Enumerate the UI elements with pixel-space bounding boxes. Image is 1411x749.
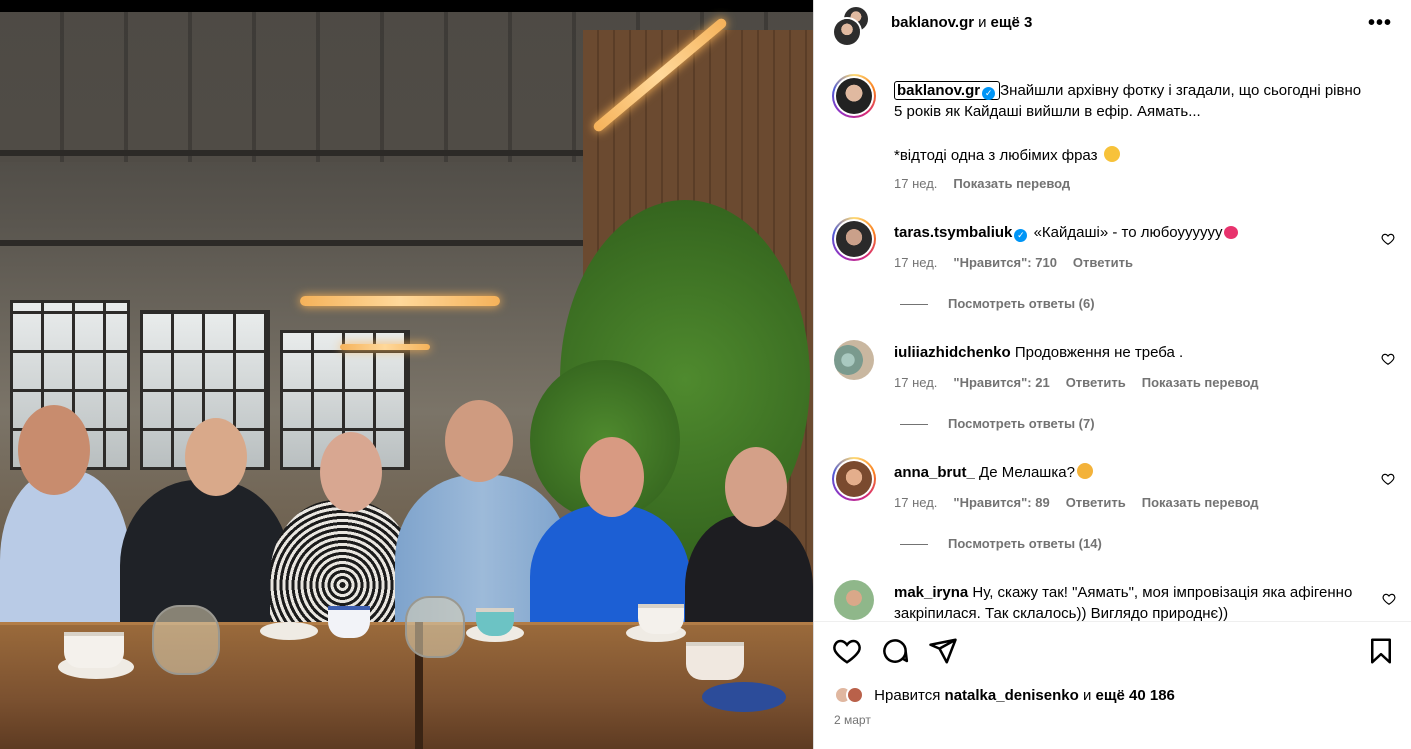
- comment-username[interactable]: taras.tsymbaliuk: [894, 224, 1012, 241]
- action-bar: [814, 630, 1411, 670]
- likes-summary[interactable]: Нравится natalka_denisenko и ещё 40 186: [834, 686, 1175, 704]
- comment-avatar[interactable]: [834, 340, 874, 380]
- comment-1: taras.tsymbaliuk ✓ «Кайдаші» - то любоууу…: [894, 222, 1374, 243]
- heart-icon[interactable]: [1381, 352, 1395, 366]
- view-replies-1[interactable]: Посмотреть ответы (6): [900, 296, 1095, 311]
- comment-time: 17 нед.: [894, 495, 938, 510]
- comments-panel: baklanov.gr и ещё 3 ••• baklanov.gr ✓ Знайшл…: [813, 0, 1411, 749]
- photo-saucer: [702, 682, 786, 712]
- post-photo[interactable]: [0, 0, 813, 749]
- comment-2: iuliiazhidchenko Продовження не треба .: [894, 342, 1374, 363]
- photo-person-head: [320, 432, 382, 512]
- comment-likes[interactable]: "Нравится": 710: [953, 255, 1057, 270]
- reply-button[interactable]: Ответить: [1073, 255, 1133, 270]
- comment-avatar[interactable]: [832, 217, 876, 261]
- caption-avatar[interactable]: [832, 74, 876, 118]
- comment-text: «Кайдаші» - то любоуууууу: [1033, 224, 1223, 241]
- photo-person-head: [185, 418, 247, 496]
- comment-time: 17 нед.: [894, 255, 938, 270]
- post-caption: baklanov.gr ✓ Знайшли архівну фотку і згад…: [894, 80, 1364, 166]
- liker-avatar: [846, 686, 864, 704]
- comment-icon[interactable]: [880, 636, 910, 666]
- photo-lamp: [300, 296, 500, 306]
- divider: [814, 621, 1411, 622]
- photo-saucer: [260, 622, 318, 640]
- likes-more[interactable]: ещё 40 186: [1096, 687, 1175, 704]
- post-date: 2 март: [834, 713, 871, 727]
- comment-username[interactable]: anna_brut_: [894, 464, 975, 481]
- view-replies-2[interactable]: Посмотреть ответы (7): [900, 416, 1095, 431]
- comment-likes[interactable]: "Нравится": 89: [953, 495, 1049, 510]
- photo-person-head: [445, 400, 513, 482]
- photo-person-head: [580, 437, 644, 517]
- photo-cup: [476, 608, 514, 636]
- translate-link[interactable]: Показать перевод: [1142, 495, 1259, 510]
- post-author-username[interactable]: baklanov.gr: [891, 14, 974, 31]
- photo-beam: [0, 240, 600, 246]
- verified-badge-icon: ✓: [1014, 229, 1028, 242]
- likes-prefix: Нравится: [874, 687, 941, 704]
- comment-3-meta: 17 нед. "Нравится": 89 Ответить Показать пе…: [894, 495, 1275, 510]
- view-replies-3[interactable]: Посмотреть ответы (14): [900, 536, 1102, 551]
- avatar: [832, 17, 862, 47]
- photo-top-bar: [0, 0, 813, 12]
- likes-and: и: [1082, 687, 1092, 704]
- translate-link[interactable]: Показать перевод: [1142, 375, 1259, 390]
- post-header: baklanov.gr и ещё 3 •••: [814, 0, 1411, 48]
- photo-cup: [686, 642, 744, 680]
- heart-icon[interactable]: [1381, 232, 1395, 246]
- caption-meta: 17 нед. Показать перевод: [894, 176, 1086, 191]
- comment-avatar[interactable]: [834, 580, 874, 620]
- comment-time: 17 нед.: [894, 375, 938, 390]
- caption-username[interactable]: baklanov.gr ✓: [894, 81, 1001, 100]
- header-more-collabs[interactable]: ещё 3: [990, 14, 1032, 31]
- comment-1-meta: 17 нед. "Нравится": 710 Ответить: [894, 255, 1149, 270]
- comment-text: Продовження не треба .: [1014, 344, 1184, 361]
- grin-emoji-icon: [1103, 146, 1120, 162]
- translate-link[interactable]: Показать перевод: [953, 176, 1070, 191]
- photo-lamp: [340, 344, 430, 350]
- collab-avatars[interactable]: [832, 5, 872, 47]
- heart-icon[interactable]: [1382, 592, 1396, 606]
- likes-username[interactable]: natalka_denisenko: [945, 687, 1079, 704]
- reply-button[interactable]: Ответить: [1066, 495, 1126, 510]
- heart-emoji-icon: [1224, 226, 1239, 239]
- photo-cup: [64, 632, 124, 668]
- caption-time: 17 нед.: [894, 176, 938, 191]
- photo-cup: [328, 606, 370, 638]
- more-horizontal-icon[interactable]: •••: [1368, 12, 1392, 35]
- post-author-line[interactable]: baklanov.gr и ещё 3: [891, 14, 1032, 31]
- comment-likes[interactable]: "Нравится": 21: [953, 375, 1049, 390]
- heart-icon[interactable]: [1381, 472, 1395, 486]
- photo-person-head: [18, 405, 90, 495]
- comment-username[interactable]: iuliiazhidchenko: [894, 344, 1011, 361]
- photo-person-head: [725, 447, 787, 527]
- comment-4: mak_iryna Ну, скажу так! "Аямать", моя і…: [894, 582, 1374, 621]
- comment-2-meta: 17 нед. "Нравится": 21 Ответить Показать пе…: [894, 375, 1275, 390]
- post-viewer: baklanov.gr и ещё 3 ••• baklanov.gr ✓ Знайшл…: [0, 0, 1411, 749]
- photo-teapot: [405, 596, 465, 658]
- comment-avatar[interactable]: [832, 457, 876, 501]
- header-and: и: [978, 14, 987, 31]
- photo-teapot: [152, 605, 220, 675]
- heart-icon[interactable]: [832, 636, 862, 666]
- share-icon[interactable]: [928, 636, 958, 666]
- comment-username[interactable]: mak_iryna: [894, 584, 968, 601]
- photo-cup: [638, 604, 684, 634]
- comment-text: Де Мелашка?: [979, 464, 1075, 481]
- comment-4-clip: mak_iryna Ну, скажу так! "Аямать", моя і…: [814, 572, 1411, 621]
- comment-3: anna_brut_ Де Мелашка?: [894, 462, 1374, 483]
- reply-button[interactable]: Ответить: [1066, 375, 1126, 390]
- verified-badge-icon: ✓: [982, 87, 996, 100]
- smile-emoji-icon: [1076, 463, 1093, 479]
- caption-text-2: *відтоді одна з любімих фраз: [894, 147, 1098, 164]
- bookmark-icon[interactable]: [1366, 636, 1396, 666]
